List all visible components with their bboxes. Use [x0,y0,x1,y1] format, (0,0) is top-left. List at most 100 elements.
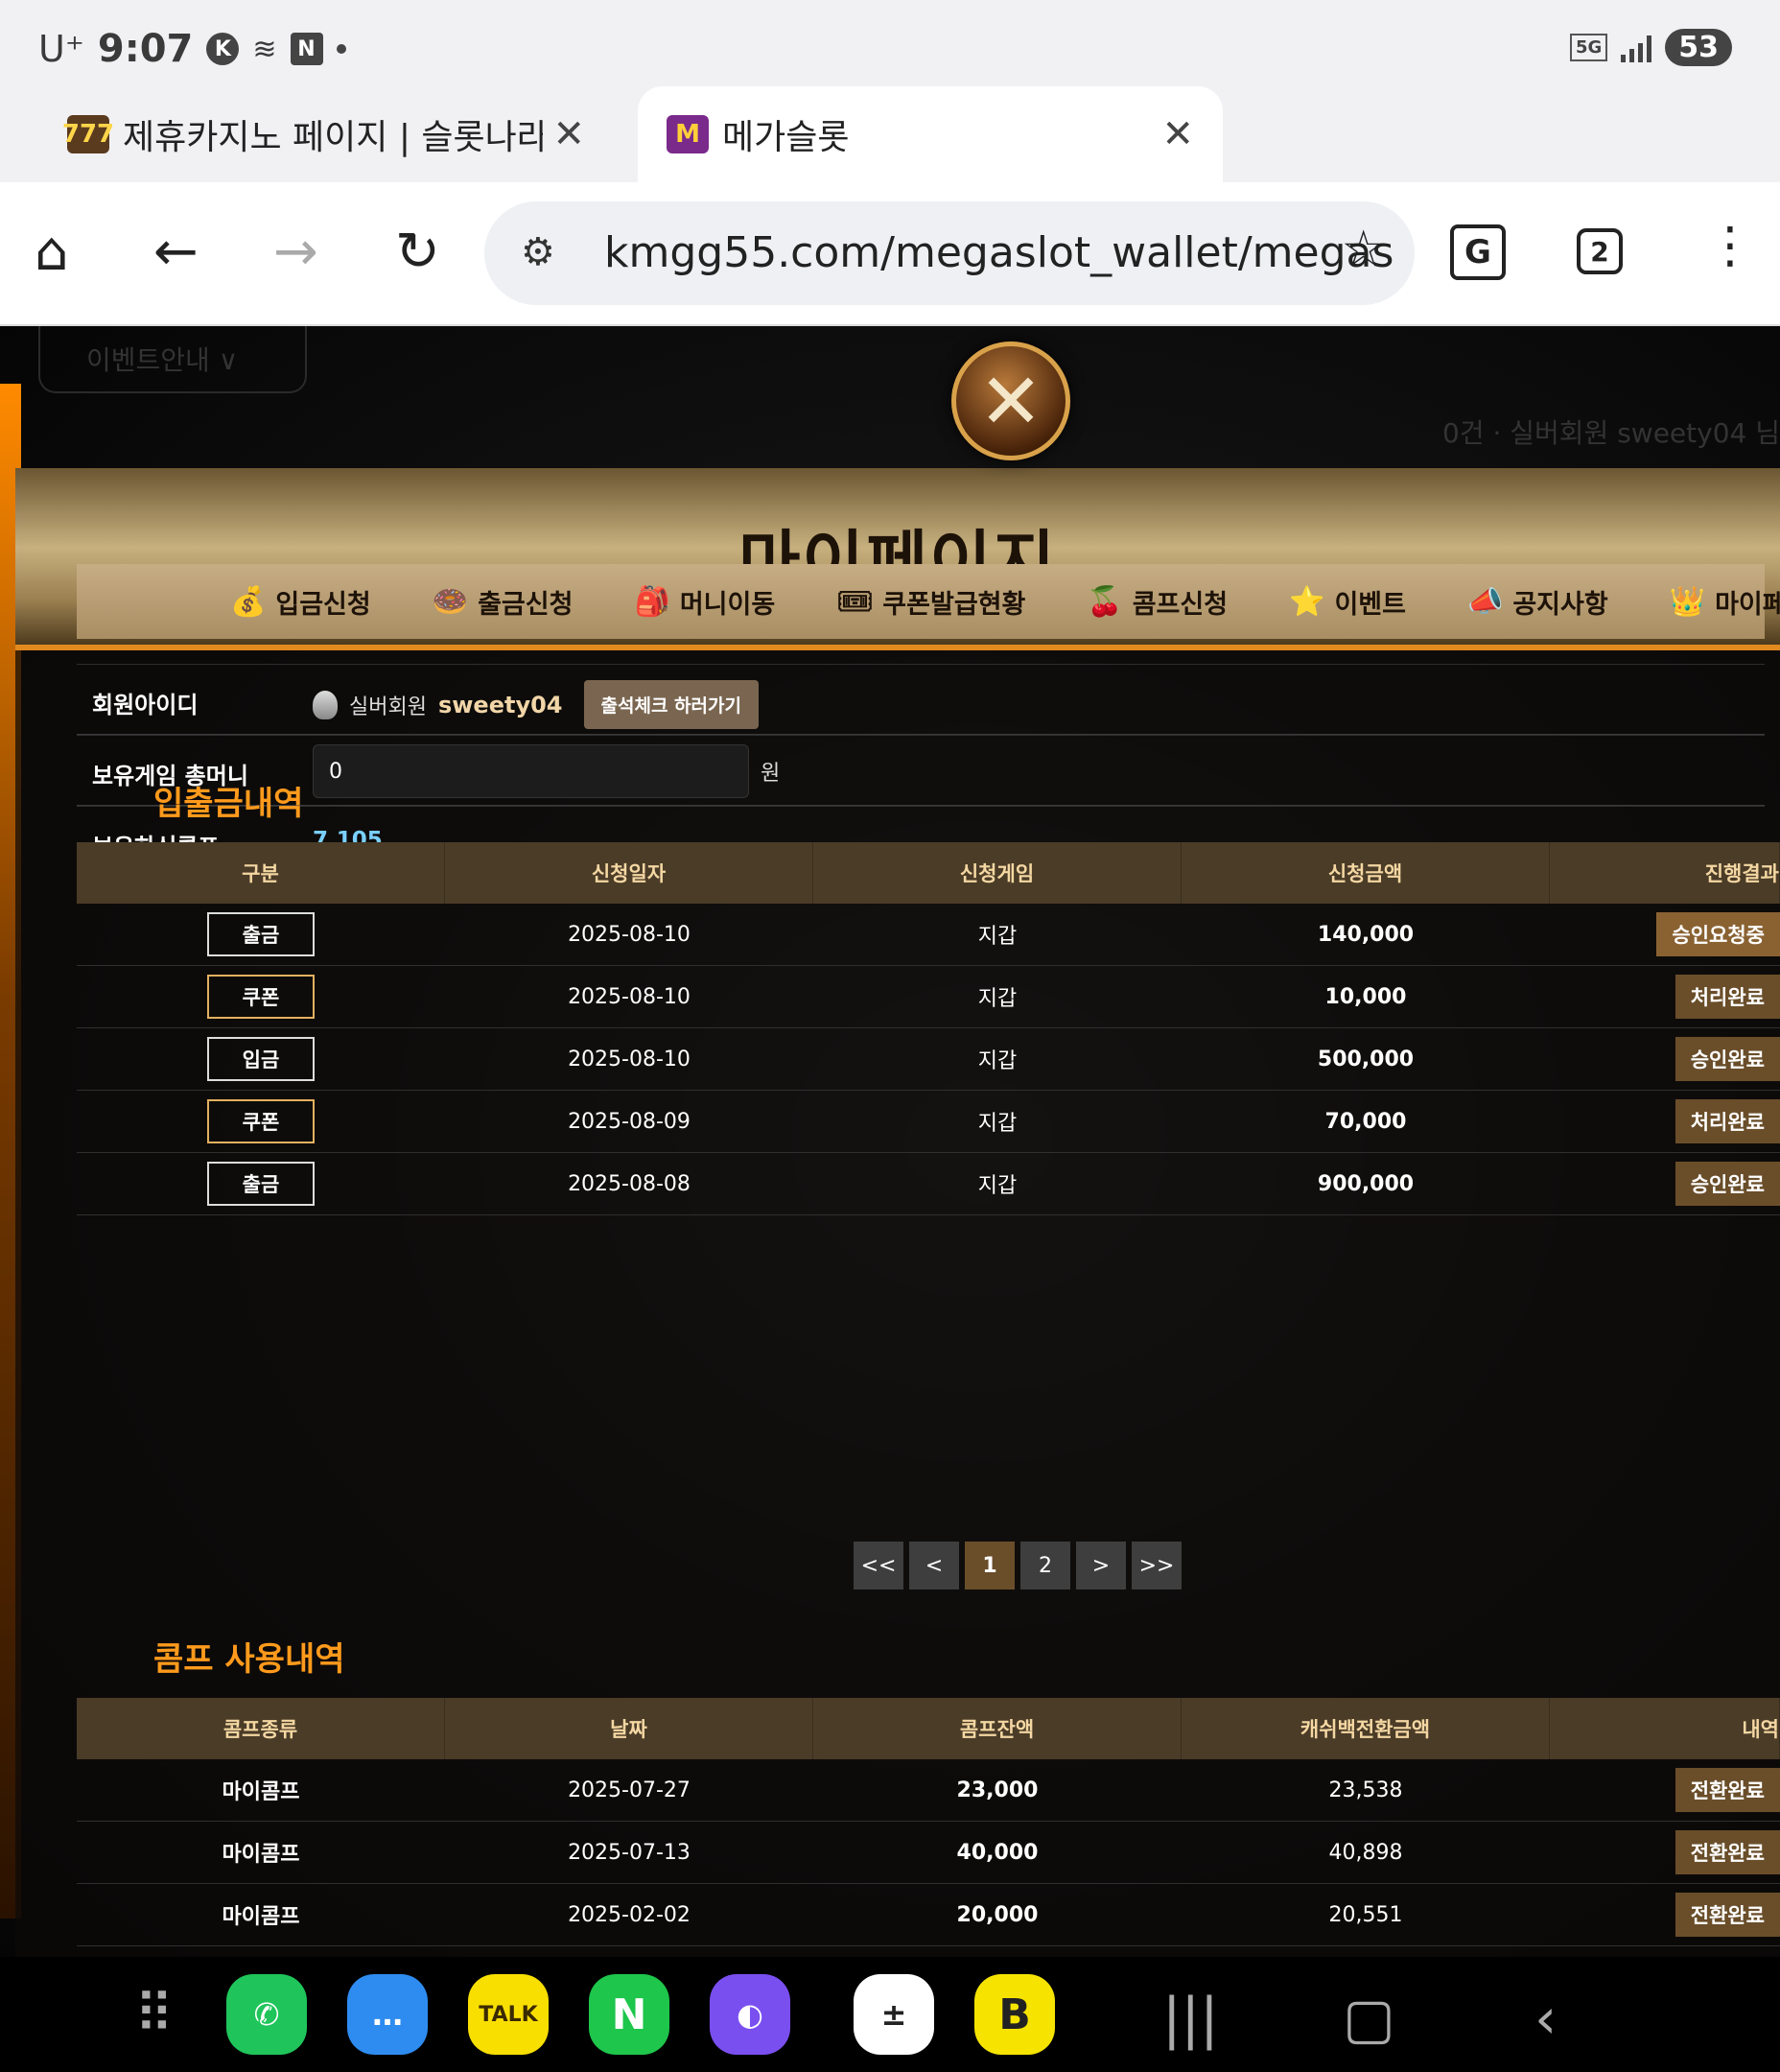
band-app-icon[interactable]: B [974,1974,1055,2055]
reload-icon[interactable]: ↻ [395,221,440,283]
table-row: 출금 2025-08-08 지갑 900,000 승인완료 [77,1153,1780,1215]
history-section-title: 입출금내역 [153,785,304,823]
menu-event[interactable]: ⭐ 이벤트 [1289,583,1406,621]
table-header: 콤프종류 날짜 콤프잔액 캐쉬백전환금액 내역 [77,1698,1780,1759]
pagination: << < 1 2 > >> [854,1542,1182,1589]
table-header: 구분 신청일자 신청게임 신청금액 진행결과 [77,842,1780,904]
m-icon: M [667,115,709,153]
status-badge: 전환완료 [1675,1893,1780,1937]
type-badge: 출금 [207,912,315,956]
menu-money-transfer[interactable]: 🎒 머니이동 [634,583,775,621]
naver-app-icon[interactable]: N [589,1974,669,2055]
menu-coupon-status[interactable]: 🎟 쿠폰발급현황 [836,583,1025,621]
address-bar: ⌂ ← → ↻ ⚙ kmgg55.com/megaslot_wallet/meg… [0,182,1780,326]
close-icon: ✕ [978,356,1043,446]
page-button[interactable]: 1 [965,1542,1015,1589]
table-row: 입금 2025-08-10 지갑 500,000 승인완료 [77,1028,1780,1091]
translate-icon[interactable]: G [1450,224,1506,280]
tab-title: 메가슬롯 [722,118,850,157]
last-page-button[interactable]: >> [1132,1542,1182,1589]
money-bag-icon: 💰 [230,584,267,619]
table-row: 출금 2025-08-10 지갑 140,000 승인요청중 [77,904,1780,966]
tab-megaslot[interactable]: M 메가슬롯 ✕ [638,86,1223,182]
messages-app-icon[interactable]: … [347,1974,428,2055]
background-member-info: 0건 · 실버회원 sweety04 님 [1442,417,1780,449]
site-settings-icon[interactable]: ⚙ [521,230,555,274]
modal-close-button[interactable]: ✕ [951,341,1070,460]
status-badge: 전환완료 [1675,1830,1780,1874]
home-nav-icon[interactable]: ▢ [1343,1986,1395,2051]
kakaotalk-app-icon[interactable]: TALK [468,1974,549,2055]
next-page-button[interactable]: > [1076,1542,1126,1589]
table-row: 쿠폰 2025-08-09 지갑 70,000 처리완료 [77,1091,1780,1153]
cherry-icon: 🍒 [1087,584,1123,619]
menu-comp-request[interactable]: 🍒 콤프신청 [1087,583,1228,621]
tab-strip: 777 제휴카지노 페이지 | 슬롯나라 - 2 ✕ M 메가슬롯 ✕ + [0,86,1780,241]
network-type-icon: 5G [1569,34,1608,61]
donut-icon: 🍩 [432,584,469,619]
n-icon: N [290,33,323,65]
table-row: 쿠폰 2025-08-10 지갑 10,000 처리완료 [77,966,1780,1028]
prev-page-button[interactable]: < [909,1542,959,1589]
tab-slotnara[interactable]: 777 제휴카지노 페이지 | 슬롯나라 - 2 ✕ [38,86,614,182]
status-badge: 승인완료 [1675,1037,1780,1081]
comp-section-title: 콤프 사용내역 [153,1640,345,1679]
recents-icon[interactable]: ||| [1162,1986,1219,2051]
omnibox[interactable]: ⚙ kmgg55.com/megaslot_wallet/megas ☆ [484,201,1415,305]
back-nav-icon[interactable]: ‹ [1534,1986,1557,2051]
comp-history-table: 콤프종류 날짜 콤프잔액 캐쉬백전환금액 내역 마이콤프 2025-07-27 … [77,1698,1780,1946]
type-badge: 쿠폰 [207,975,315,1019]
game-money-field[interactable]: 0 [313,744,749,798]
phone-app-icon[interactable]: ✆ [226,1974,307,2055]
menu-mypage[interactable]: 👑마이페이지 [1670,583,1780,621]
wifi-icon: ≋ [252,32,277,66]
page-content: 이벤트안내 ∨ 0건 · 실버회원 sweety04 님 ✕ 마이페이지 💰 입금… [0,326,1780,1957]
currency-unit: 원 [761,762,781,786]
internet-app-icon[interactable]: ◐ [710,1974,790,2055]
table-row: 마이콤프 2025-02-02 20,000 20,551 전환완료 [77,1884,1780,1946]
menu-withdraw[interactable]: 🍩 출금신청 [433,583,574,621]
bookmark-star-icon[interactable]: ☆ [1341,221,1386,278]
page-button[interactable]: 2 [1020,1542,1070,1589]
type-badge: 쿠폰 [207,1099,315,1143]
app-drawer-icon[interactable]: ⠿ [134,1984,174,2046]
attendance-check-button[interactable]: 출석체크 하러가기 [583,680,759,729]
bag-icon: 🎒 [634,584,670,619]
status-badge: 승인완료 [1675,1162,1780,1206]
coupon-icon: 🎟 [836,584,874,619]
silver-medal-icon [313,690,338,719]
close-icon[interactable]: ✕ [552,112,585,156]
menu-deposit[interactable]: 💰 입금신청 [230,583,371,621]
more-menu-icon[interactable]: ⋮ [1705,217,1755,274]
user-id: sweety04 [437,691,563,718]
menu-notice[interactable]: 📣 공지사항 [1467,583,1608,621]
crown-icon: 👑 [1669,584,1706,619]
table-row: 마이콤프 2025-07-13 40,000 40,898 전환완료 [77,1822,1780,1884]
game-money-row: 보유게임 총머니 0 원 [77,735,1765,806]
tab-switcher-button[interactable]: 2 [1577,228,1623,274]
member-id-label: 회원아이디 [92,692,199,718]
forward-icon[interactable]: → [273,221,318,283]
home-icon[interactable]: ⌂ [35,221,69,283]
star-icon: ⭐ [1289,584,1325,619]
mypage-menu: 💰 입금신청 🍩 출금신청 🎒 머니이동 🎟 쿠폰발급현황 🍒 콤프신청 ⭐ 이벤트 📣 공지… [77,564,1780,639]
url-text[interactable]: kmgg55.com/megaslot_wallet/megas [604,228,1394,277]
table-row: 마이콤프 2025-07-27 23,000 23,538 전환완료 [77,1759,1780,1822]
first-page-button[interactable]: << [854,1542,903,1589]
type-badge: 입금 [207,1037,315,1081]
status-badge: 처리완료 [1675,975,1780,1019]
calculator-app-icon[interactable]: ± [854,1974,934,2055]
member-grade: 실버회원 [349,695,427,719]
clock: 9:07 [97,27,194,71]
notification-dot-icon [336,44,346,54]
status-badge: 전환완료 [1675,1768,1780,1812]
back-icon[interactable]: ← [153,221,199,283]
tab-title: 제휴카지노 페이지 | 슬롯나라 - 2 [123,118,544,157]
background-event-tab: 이벤트안내 ∨ [38,326,307,393]
status-badge: 처리완료 [1675,1099,1780,1143]
carrier-label: U⁺ [38,28,84,70]
close-icon[interactable]: ✕ [1161,112,1194,156]
status-bar: U⁺ 9:07 K ≋ N 5G 53 [0,0,1780,86]
member-id-row: 회원아이디 실버회원 sweety04 출석체크 하러가기 [77,664,1765,735]
type-badge: 출금 [207,1162,315,1206]
